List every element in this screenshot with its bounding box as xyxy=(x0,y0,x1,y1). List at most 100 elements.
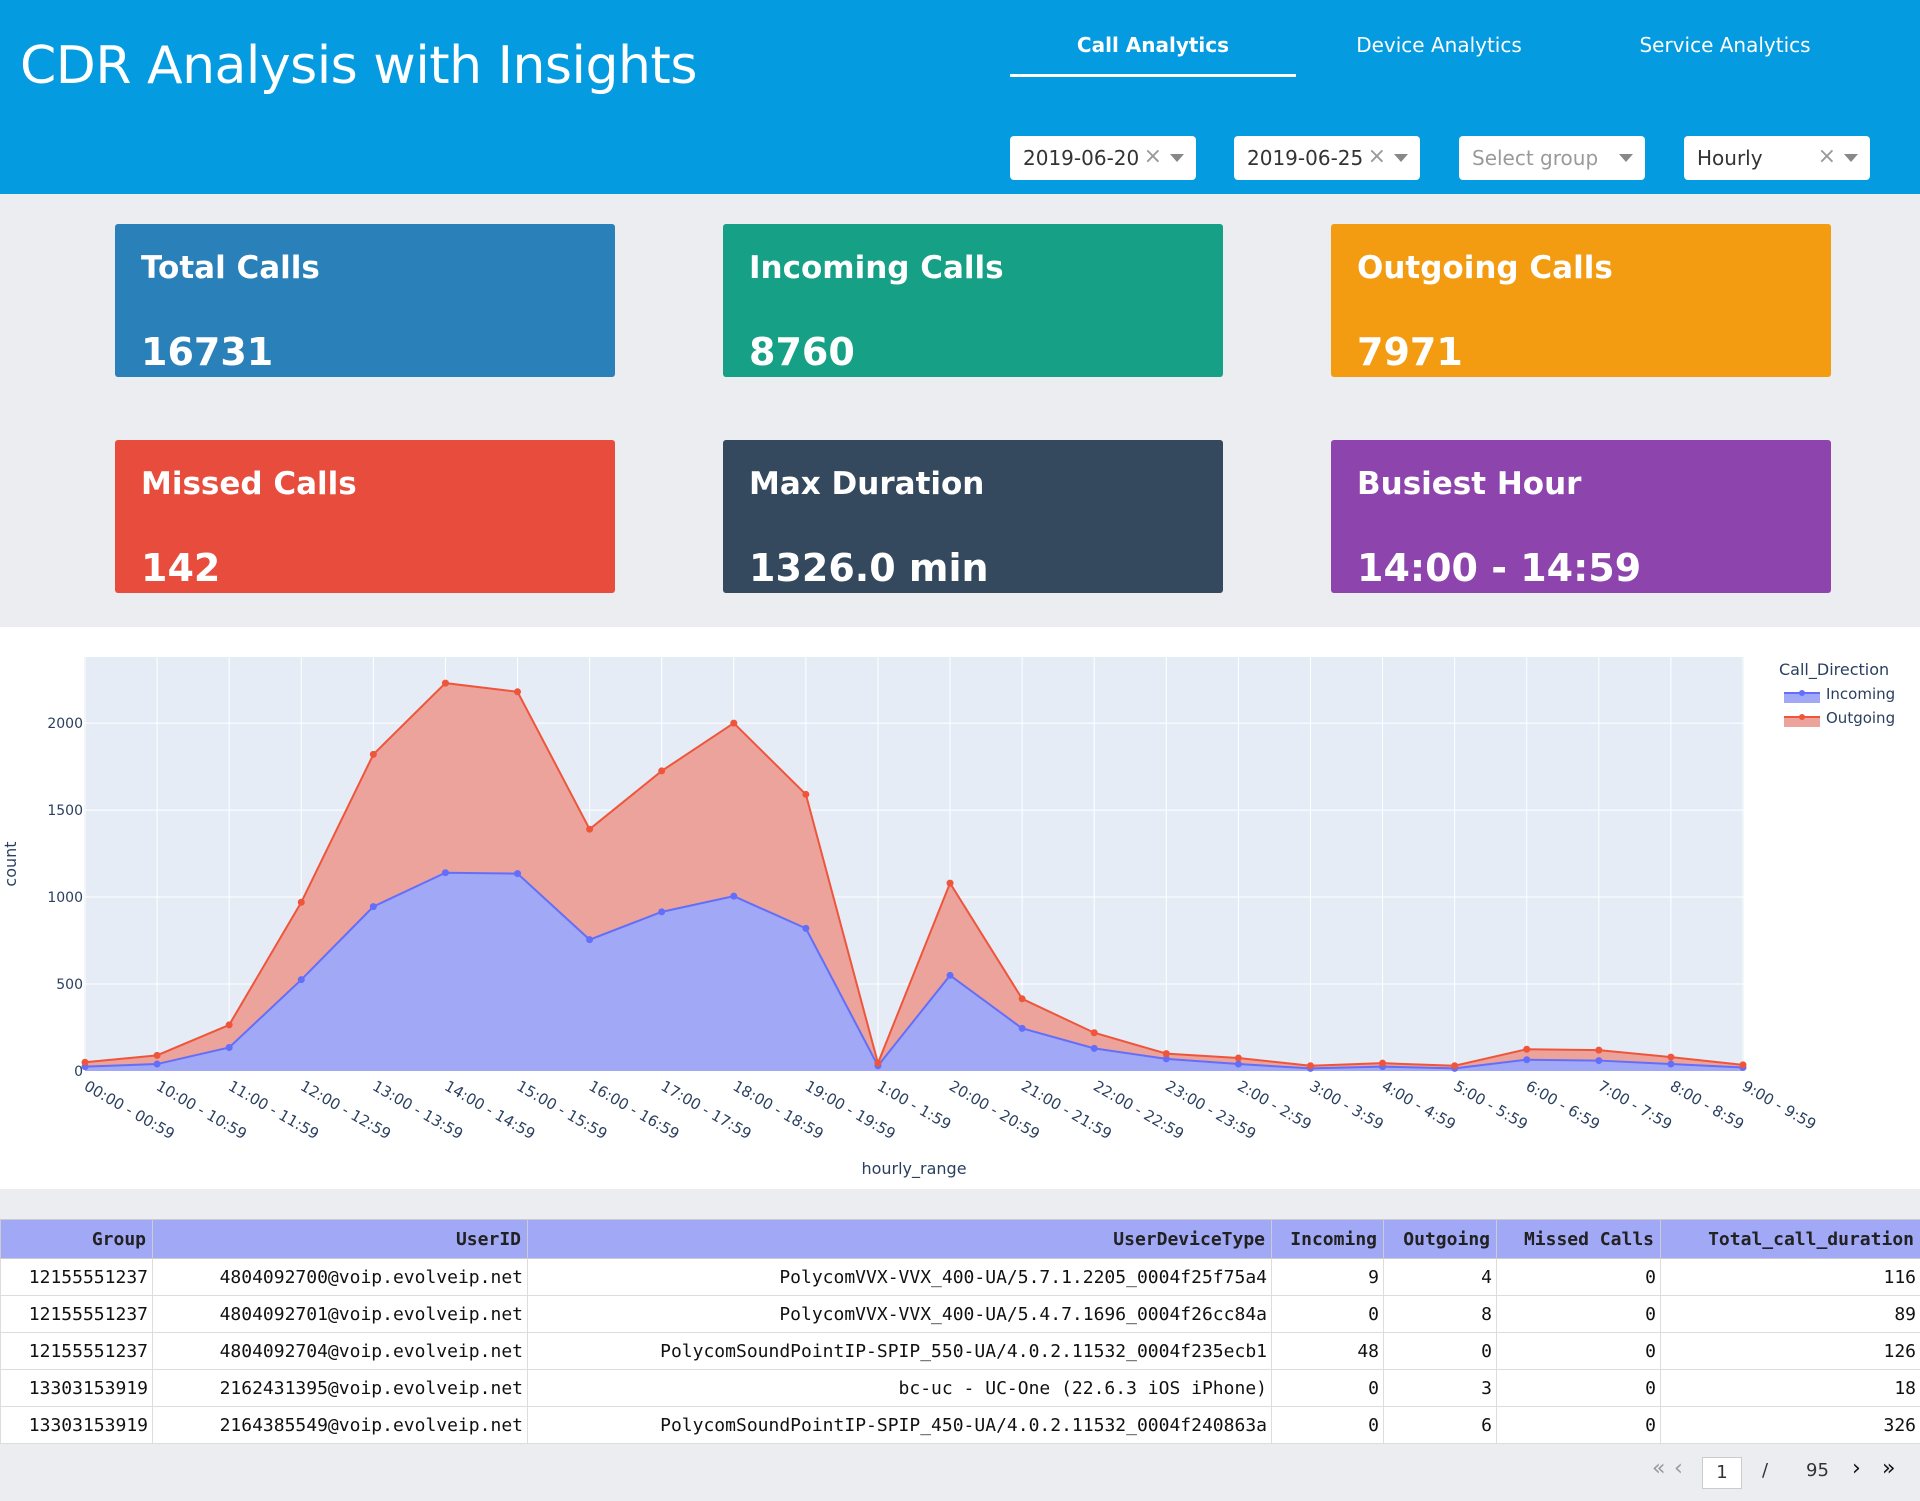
chevron-down-icon[interactable] xyxy=(1170,154,1184,162)
column-header-missed-calls[interactable]: Missed Calls xyxy=(1496,1219,1661,1259)
previous-page-icon[interactable]: ‹ xyxy=(1674,1456,1683,1481)
point-outgoing[interactable] xyxy=(153,1051,161,1059)
cell-userdevicetype[interactable]: bc-uc - UC-One (22.6.3 iOS iPhone) xyxy=(527,1369,1272,1407)
group-dropdown[interactable]: Select group xyxy=(1459,136,1645,180)
cell-total-call-duration[interactable]: 116 xyxy=(1660,1258,1920,1296)
column-header-outgoing[interactable]: Outgoing xyxy=(1383,1219,1497,1259)
cell-group[interactable]: 12155551237 xyxy=(0,1258,153,1296)
cell-total-call-duration[interactable]: 18 xyxy=(1660,1369,1920,1407)
point-incoming[interactable] xyxy=(514,870,522,878)
point-incoming[interactable] xyxy=(946,971,954,979)
point-outgoing[interactable] xyxy=(441,679,449,687)
point-outgoing[interactable] xyxy=(1523,1045,1531,1053)
point-outgoing[interactable] xyxy=(369,750,377,758)
first-page-icon[interactable]: « xyxy=(1652,1456,1665,1481)
cell-total-call-duration[interactable]: 126 xyxy=(1660,1332,1920,1370)
cell-total-call-duration[interactable]: 326 xyxy=(1660,1406,1920,1444)
point-incoming[interactable] xyxy=(369,903,377,911)
cell-outgoing[interactable]: 8 xyxy=(1383,1295,1497,1333)
chevron-down-icon[interactable] xyxy=(1619,154,1633,162)
table-row[interactable]: 12155551237 4804092704@voip.evolveip.net… xyxy=(0,1332,1920,1370)
table-row[interactable]: 12155551237 4804092701@voip.evolveip.net… xyxy=(0,1295,1920,1333)
cell-userid[interactable]: 2162431395@voip.evolveip.net xyxy=(152,1369,528,1407)
clear-icon[interactable]: × xyxy=(1818,144,1836,169)
cell-group[interactable]: 12155551237 xyxy=(0,1295,153,1333)
table-row[interactable]: 13303153919 2164385549@voip.evolveip.net… xyxy=(0,1406,1920,1444)
point-outgoing[interactable] xyxy=(514,688,522,696)
cell-userid[interactable]: 4804092700@voip.evolveip.net xyxy=(152,1258,528,1296)
tab-call-analytics[interactable]: Call Analytics xyxy=(1010,30,1296,77)
cell-incoming[interactable]: 0 xyxy=(1271,1369,1384,1407)
granularity-dropdown[interactable]: Hourly × xyxy=(1684,136,1870,180)
column-header-group[interactable]: Group xyxy=(0,1219,153,1259)
cell-outgoing[interactable]: 4 xyxy=(1383,1258,1497,1296)
start-date-dropdown[interactable]: 2019-06-20 × xyxy=(1010,136,1196,180)
cell-userid[interactable]: 2164385549@voip.evolveip.net xyxy=(152,1406,528,1444)
point-outgoing[interactable] xyxy=(1595,1046,1603,1054)
chevron-down-icon[interactable] xyxy=(1844,154,1858,162)
point-outgoing[interactable] xyxy=(1234,1054,1242,1062)
point-outgoing[interactable] xyxy=(586,825,594,833)
cell-total-call-duration[interactable]: 89 xyxy=(1660,1295,1920,1333)
cell-missed-calls[interactable]: 0 xyxy=(1496,1369,1661,1407)
cell-missed-calls[interactable]: 0 xyxy=(1496,1258,1661,1296)
legend-item-incoming[interactable]: Incoming xyxy=(1784,685,1895,703)
cell-incoming[interactable]: 0 xyxy=(1271,1295,1384,1333)
cell-group[interactable]: 13303153919 xyxy=(0,1369,153,1407)
cell-outgoing[interactable]: 6 xyxy=(1383,1406,1497,1444)
point-incoming[interactable] xyxy=(225,1044,233,1052)
point-outgoing[interactable] xyxy=(1739,1061,1747,1069)
point-incoming[interactable] xyxy=(586,936,594,944)
cell-missed-calls[interactable]: 0 xyxy=(1496,1332,1661,1370)
point-outgoing[interactable] xyxy=(658,767,666,775)
cell-userid[interactable]: 4804092701@voip.evolveip.net xyxy=(152,1295,528,1333)
point-outgoing[interactable] xyxy=(874,1059,882,1067)
column-header-incoming[interactable]: Incoming xyxy=(1271,1219,1384,1259)
page-number-input[interactable]: 1 xyxy=(1702,1457,1742,1489)
cell-userdevicetype[interactable]: PolycomVVX-VVX_400-UA/5.7.1.2205_0004f25… xyxy=(527,1258,1272,1296)
point-outgoing[interactable] xyxy=(1306,1062,1314,1070)
point-outgoing[interactable] xyxy=(225,1021,233,1029)
table-row[interactable]: 12155551237 4804092700@voip.evolveip.net… xyxy=(0,1258,1920,1296)
tab-device-analytics[interactable]: Device Analytics xyxy=(1296,30,1582,74)
cell-group[interactable]: 13303153919 xyxy=(0,1406,153,1444)
cell-userdevicetype[interactable]: PolycomSoundPointIP-SPIP_450-UA/4.0.2.11… xyxy=(527,1406,1272,1444)
cell-group[interactable]: 12155551237 xyxy=(0,1332,153,1370)
point-incoming[interactable] xyxy=(1018,1024,1026,1032)
table-row[interactable]: 13303153919 2162431395@voip.evolveip.net… xyxy=(0,1369,1920,1407)
point-outgoing[interactable] xyxy=(1667,1053,1675,1061)
point-outgoing[interactable] xyxy=(1090,1029,1098,1037)
cell-outgoing[interactable]: 0 xyxy=(1383,1332,1497,1370)
point-outgoing[interactable] xyxy=(1018,995,1026,1003)
next-page-icon[interactable]: › xyxy=(1852,1456,1861,1481)
cell-userdevicetype[interactable]: PolycomVVX-VVX_400-UA/5.4.7.1696_0004f26… xyxy=(527,1295,1272,1333)
chevron-down-icon[interactable] xyxy=(1394,154,1408,162)
point-outgoing[interactable] xyxy=(802,790,810,798)
cell-incoming[interactable]: 48 xyxy=(1271,1332,1384,1370)
legend-item-outgoing[interactable]: Outgoing xyxy=(1784,709,1895,727)
point-outgoing[interactable] xyxy=(946,879,954,887)
point-incoming[interactable] xyxy=(658,908,666,916)
point-outgoing[interactable] xyxy=(1451,1062,1459,1070)
point-incoming[interactable] xyxy=(1523,1056,1531,1064)
point-outgoing[interactable] xyxy=(297,898,305,906)
cell-incoming[interactable]: 9 xyxy=(1271,1258,1384,1296)
column-header-userdevicetype[interactable]: UserDeviceType xyxy=(527,1219,1272,1259)
cell-userid[interactable]: 4804092704@voip.evolveip.net xyxy=(152,1332,528,1370)
column-header-userid[interactable]: UserID xyxy=(152,1219,528,1259)
clear-icon[interactable]: × xyxy=(1144,144,1162,169)
point-incoming[interactable] xyxy=(153,1060,161,1068)
point-incoming[interactable] xyxy=(1595,1057,1603,1065)
last-page-icon[interactable]: » xyxy=(1882,1456,1895,1481)
tab-service-analytics[interactable]: Service Analytics xyxy=(1582,30,1868,74)
point-incoming[interactable] xyxy=(1090,1044,1098,1052)
point-outgoing[interactable] xyxy=(730,719,738,727)
point-outgoing[interactable] xyxy=(1379,1059,1387,1067)
column-header-total-call-duration[interactable]: Total_call_duration xyxy=(1660,1219,1920,1259)
point-incoming[interactable] xyxy=(802,924,810,932)
point-incoming[interactable] xyxy=(297,976,305,984)
legend[interactable]: Call_Direction Incoming Outgoing xyxy=(1779,660,1895,727)
cell-userdevicetype[interactable]: PolycomSoundPointIP-SPIP_550-UA/4.0.2.11… xyxy=(527,1332,1272,1370)
point-incoming[interactable] xyxy=(441,869,449,877)
cell-missed-calls[interactable]: 0 xyxy=(1496,1406,1661,1444)
